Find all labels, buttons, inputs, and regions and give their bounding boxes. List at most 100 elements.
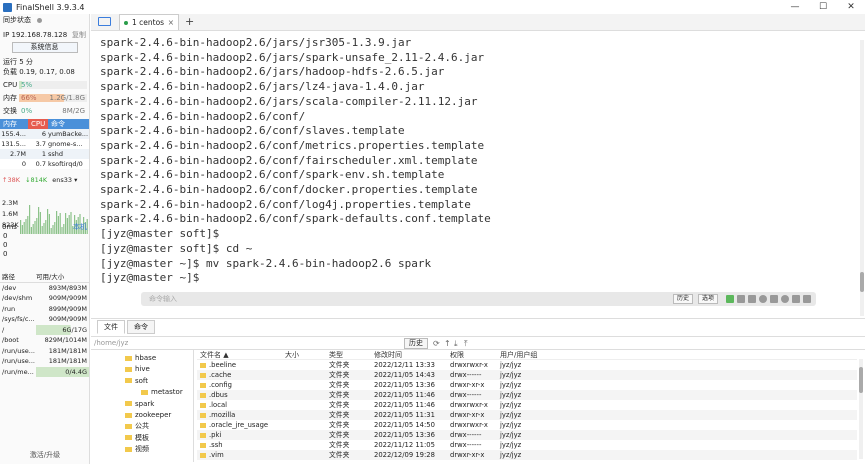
file-row[interactable]: .pki 文件夹 2022/11/05 13:36 drwx------ jyz/jyz (197, 430, 857, 440)
cmd-options-button[interactable]: 选项 (698, 294, 718, 304)
table-row[interactable]: 131.5... 3.7 gnome-s... (0, 139, 89, 149)
tree-item[interactable]: soft (125, 376, 148, 386)
tree-item[interactable]: spark (125, 399, 154, 409)
terminal-line: spark-2.4.6-bin-hadoop2.6/conf/fairsched… (100, 153, 478, 167)
upload-icon[interactable]: ⤒ (464, 339, 468, 349)
disk-row[interactable]: /sys/fs/c... 909M/909M (0, 314, 89, 325)
command-input[interactable]: 命令输入 (149, 294, 177, 304)
path-input[interactable]: /home/jyz (94, 339, 128, 347)
download-icon[interactable] (792, 295, 800, 303)
new-tab-button[interactable]: + (185, 15, 194, 28)
command-input-bar[interactable]: 命令输入 历史 选项 (141, 292, 816, 306)
refresh-icon[interactable]: ⟳ (433, 339, 440, 348)
disk-row[interactable]: /run/me... 0/4.4G (0, 366, 89, 377)
col-modified[interactable]: 修改时间 (374, 350, 450, 359)
search-icon[interactable] (759, 295, 767, 303)
paste-icon[interactable] (748, 295, 756, 303)
folder-icon (200, 402, 206, 408)
tree-item[interactable]: metastor (141, 387, 183, 397)
disk-row[interactable]: /run 899M/909M (0, 304, 89, 315)
folder-icon (200, 432, 206, 438)
disk-row[interactable]: /run/use... 181M/181M (0, 356, 89, 367)
col-permissions[interactable]: 权限 (450, 350, 500, 359)
proc-header-mem[interactable]: 内存 (0, 119, 28, 129)
file-row[interactable]: .ssh 文件夹 2022/11/12 11:05 drwx------ jyz/jyz (197, 440, 857, 450)
proc-header-cpu[interactable]: CPU (28, 119, 48, 129)
table-row[interactable]: 155.4... 6 yumBacke... (0, 129, 89, 139)
clear-icon[interactable] (770, 295, 778, 303)
file-row[interactable]: .local 文件夹 2022/11/05 11:46 drwxrwxr-x jyz/j… (197, 400, 857, 410)
terminal[interactable]: spark-2.4.6-bin-hadoop2.6/jars/jsr305-1.… (91, 32, 865, 316)
close-window-button[interactable]: ✕ (837, 0, 865, 14)
file-row[interactable]: .oracle_jre_usage 文件夹 2022/11/05 14:50 drwx… (197, 420, 857, 430)
latency-host[interactable]: 本机 (73, 222, 87, 232)
disk-row[interactable]: /dev 893M/893M (0, 283, 89, 294)
maximize-button[interactable]: ☐ (809, 0, 837, 14)
file-type: 文件夹 (329, 371, 350, 379)
folder-icon[interactable] (98, 17, 111, 26)
play-icon[interactable] (726, 295, 734, 303)
folder-icon (141, 389, 148, 395)
tree-item[interactable]: 视频 (125, 444, 149, 454)
tree-item[interactable]: 模板 (125, 433, 149, 443)
file-list-scrollbar[interactable] (859, 359, 863, 459)
disk-row[interactable]: /dev/shm 909M/909M (0, 293, 89, 304)
tab-commands[interactable]: 命令 (127, 320, 155, 334)
activate-link[interactable]: 激活/升级 (0, 450, 89, 460)
col-type[interactable]: 类型 (329, 350, 374, 359)
disk-row[interactable]: /boot 829M/1014M (0, 335, 89, 346)
tree-item[interactable]: 公共 (125, 421, 149, 431)
col-owner[interactable]: 用户/用户组 (500, 350, 550, 359)
file-type: 文件夹 (329, 401, 350, 409)
proc-header-cmd[interactable]: 命令 (48, 119, 89, 129)
tree-item[interactable]: hbase (125, 353, 156, 363)
file-mod: 2022/11/05 14:43 (374, 371, 435, 379)
tab-centos[interactable]: 1 centos × (119, 14, 179, 30)
disk-row[interactable]: / 6G/17G (0, 324, 89, 335)
copy-ip-link[interactable]: 复制 (72, 30, 86, 40)
tab-files[interactable]: 文件 (97, 320, 125, 334)
table-row[interactable]: 0 0.7 ksoftirqd/0 (0, 159, 89, 169)
net-iface-select[interactable]: ens33 (52, 176, 72, 184)
file-row[interactable]: .config 文件夹 2022/11/05 13:36 drwxr-xr-x jyz/… (197, 380, 857, 390)
uptime: 运行 5 分 (3, 58, 33, 66)
copy-icon[interactable] (737, 295, 745, 303)
file-mod: 2022/11/05 11:46 (374, 401, 435, 409)
tree-item[interactable]: hive (125, 364, 150, 374)
file-row[interactable]: .dbus 文件夹 2022/11/05 11:46 drwx------ jyz/jy… (197, 390, 857, 400)
sysinfo-button[interactable]: 系统信息 (11, 42, 78, 53)
file-size (285, 400, 329, 410)
close-tab-icon[interactable]: × (168, 18, 174, 27)
file-perm: drwxrwxr-x (450, 421, 488, 429)
download-icon[interactable]: ⤓ (454, 339, 458, 349)
up-dir-icon[interactable]: ↑ (444, 339, 451, 348)
file-row[interactable]: .mozilla 文件夹 2022/11/05 11:31 drwxr-xr-x jyz… (197, 410, 857, 420)
col-size[interactable]: 大小 (285, 350, 329, 359)
file-type: 文件夹 (329, 391, 350, 399)
file-type: 文件夹 (329, 381, 350, 389)
cmd-history-button[interactable]: 历史 (673, 294, 693, 304)
terminal-scrollbar[interactable] (860, 40, 864, 316)
disk-row[interactable]: /run/use... 181M/181M (0, 346, 89, 357)
col-name[interactable]: 文件名 ▲ (197, 350, 285, 359)
chevron-down-icon[interactable]: ▾ (74, 176, 77, 184)
tree-item-label: 模板 (135, 433, 149, 442)
path-history-button[interactable]: 历史 (404, 338, 428, 349)
minimize-button[interactable]: — (781, 0, 809, 14)
file-own: jyz/jyz (500, 391, 522, 399)
maximize-icon[interactable] (803, 295, 811, 303)
file-perm: drwxr-xr-x (450, 411, 485, 419)
file-name: .cache (197, 370, 285, 380)
folder-icon (125, 435, 132, 441)
table-row[interactable]: 2.7M 1 sshd (0, 149, 89, 159)
tree-item-label: zookeeper (135, 411, 172, 419)
file-row[interactable]: .vim 文件夹 2022/12/09 19:28 drwxr-xr-x jyz/jyz (197, 450, 857, 460)
file-name-text: .local (209, 401, 227, 409)
file-row[interactable]: .beeline 文件夹 2022/12/11 13:33 drwxrwxr-x jyz… (197, 360, 857, 370)
file-list-scroll-thumb[interactable] (859, 367, 863, 393)
file-row[interactable]: .cache 文件夹 2022/11/05 14:43 drwx------ jyz/j… (197, 370, 857, 380)
tree-item[interactable]: zookeeper (125, 410, 171, 420)
terminal-scroll-thumb[interactable] (860, 272, 864, 292)
file-mod: 2022/11/05 14:50 (374, 421, 435, 429)
gear-icon[interactable] (781, 295, 789, 303)
